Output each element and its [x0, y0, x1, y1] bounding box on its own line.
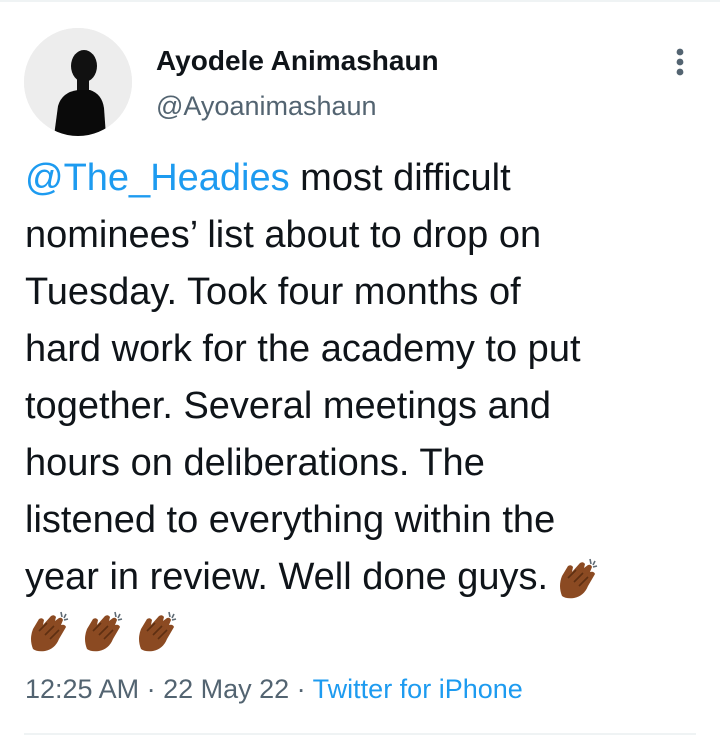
- top-divider: [0, 0, 720, 2]
- emoji-row: [25, 602, 705, 662]
- tweet-line: hard work for the academy to put: [25, 328, 581, 370]
- tweet-detail: Ayodele Animashaun @Ayoanimashaun @The_H…: [0, 0, 720, 739]
- clapping-hands-icon: [560, 558, 598, 599]
- bottom-divider: [24, 733, 696, 735]
- mention-link[interactable]: @The_Headies: [25, 157, 290, 199]
- author-handle[interactable]: @Ayoanimashaun: [156, 91, 377, 122]
- tweet-date[interactable]: 22 May 22: [163, 674, 289, 704]
- more-options-icon: [676, 48, 684, 76]
- tweet-time[interactable]: 12:25 AM: [25, 674, 139, 704]
- clapping-hands-icon: [139, 611, 177, 652]
- tweet-metadata: 12:25 AM · 22 May 22 · Twitter for iPhon…: [25, 674, 523, 705]
- clapping-hands-icon: [31, 611, 69, 652]
- more-options-button[interactable]: [664, 44, 696, 80]
- tweet-line: year in review. Well done guys.: [25, 549, 705, 606]
- tweet-line: listened to everything within the: [25, 499, 556, 541]
- clapping-hands-icon: [85, 611, 123, 652]
- meta-separator: ·: [139, 674, 164, 704]
- tweet-line: nominees’ list about to drop on: [25, 214, 542, 256]
- tweet-text-segment: most difficult: [289, 157, 511, 199]
- tweet-text: @The_Headies most difficult nominees’ li…: [25, 150, 705, 662]
- tweet-line: Tuesday. Took four months of: [25, 271, 521, 313]
- profile-silhouette-icon: [24, 28, 132, 136]
- meta-separator: ·: [289, 674, 313, 704]
- tweet-text-segment: year in review. Well done guys.: [25, 556, 549, 598]
- tweet-source-link[interactable]: Twitter for iPhone: [313, 674, 523, 704]
- author-display-name[interactable]: Ayodele Animashaun: [156, 45, 439, 77]
- tweet-line: together. Several meetings and: [25, 385, 552, 427]
- tweet-line: hours on deliberations. The: [25, 442, 485, 484]
- tweet-line: @The_Headies most difficult: [25, 150, 705, 207]
- avatar[interactable]: [24, 28, 132, 136]
